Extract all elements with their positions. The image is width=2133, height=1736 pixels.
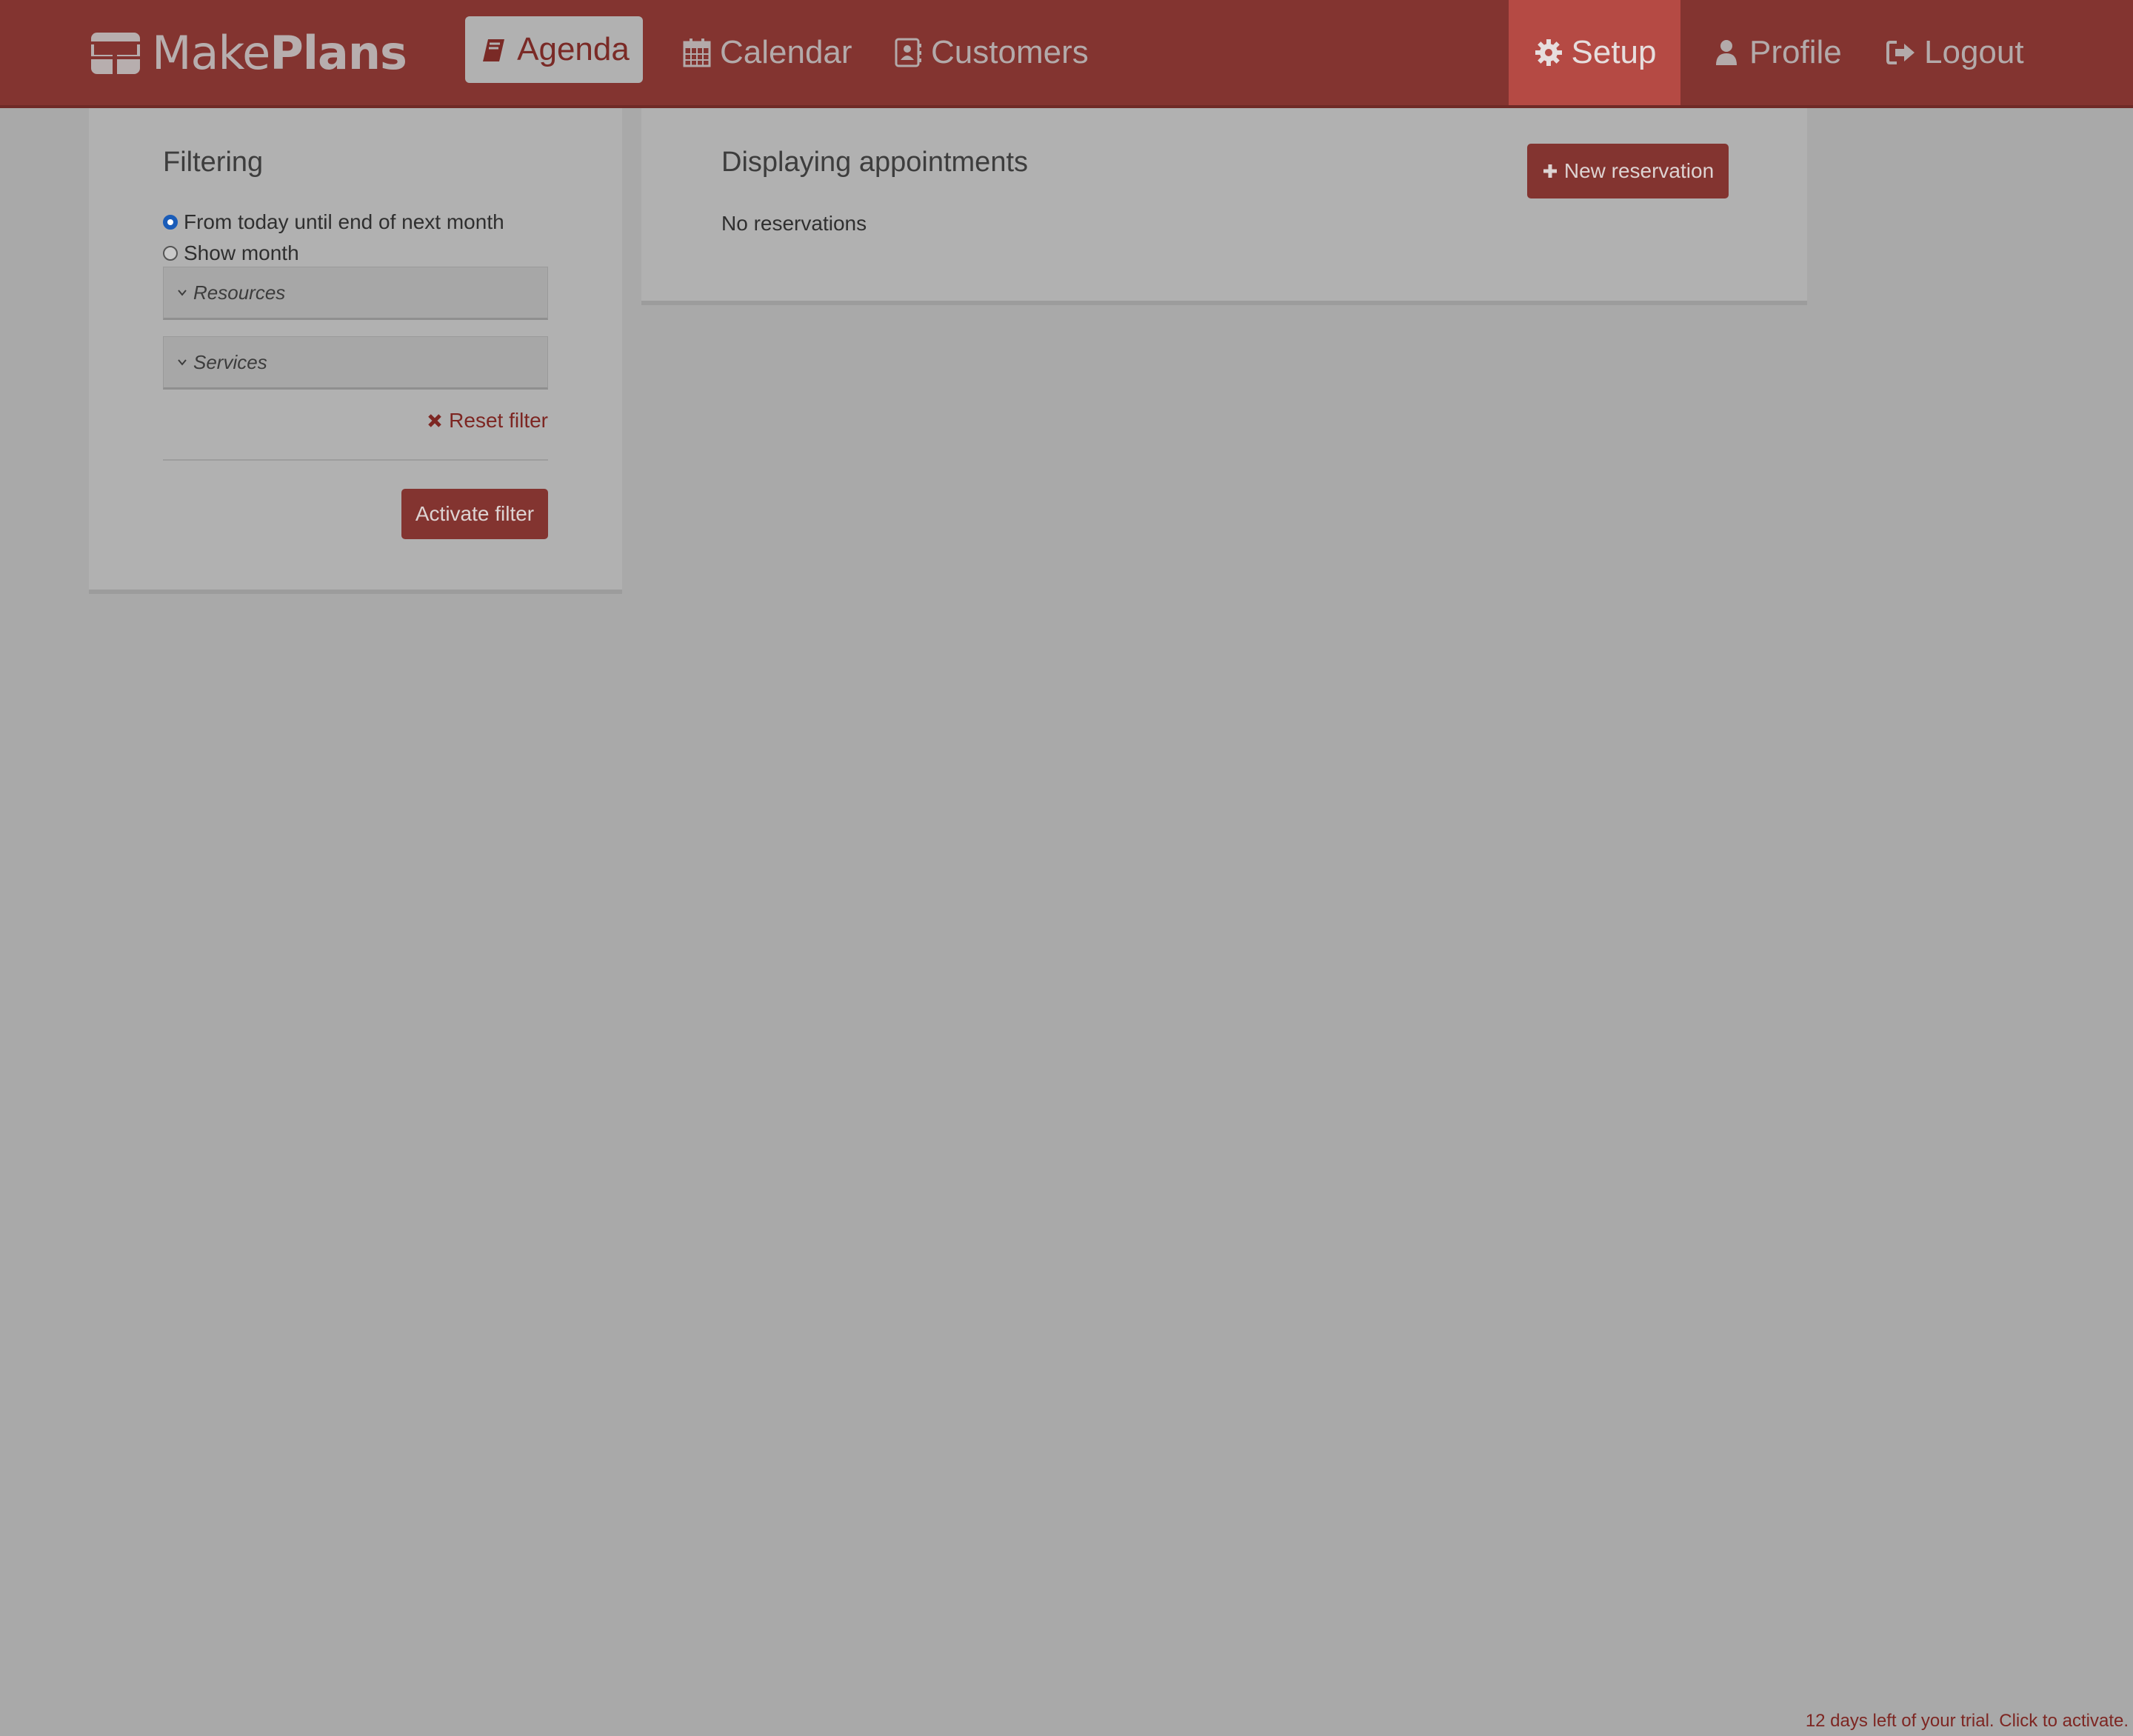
nav-setup-label: Setup — [1571, 34, 1657, 70]
logout-icon — [1886, 37, 1917, 68]
nav-calendar[interactable]: Calendar — [681, 0, 852, 105]
close-icon — [427, 413, 443, 429]
book-icon — [478, 34, 510, 65]
brand-logo[interactable]: MakePlans — [91, 25, 407, 81]
nav-logout[interactable]: Logout — [1886, 0, 2024, 105]
chevron-down-icon — [177, 357, 187, 367]
activate-filter-button[interactable]: Activate filter — [401, 489, 548, 539]
trial-notice-link[interactable]: 12 days left of your trial. Click to act… — [1806, 1711, 2129, 1732]
filter-divider — [163, 459, 548, 461]
new-reservation-label: New reservation — [1563, 159, 1715, 182]
filter-option-range-label: From today until end of next month — [184, 210, 504, 233]
plus-icon — [1542, 163, 1558, 179]
contact-card-icon — [892, 37, 924, 68]
nav-agenda-label: Agenda — [517, 31, 630, 67]
reset-filter-label: Reset filter — [449, 409, 548, 432]
user-icon — [1711, 37, 1742, 68]
filter-panel: Filtering From today until end of next m… — [89, 108, 622, 590]
appointments-title: Displaying appointments — [721, 147, 1029, 178]
nav-profile-label: Profile — [1749, 34, 1842, 70]
gear-icon — [1533, 37, 1564, 68]
chevron-down-icon — [177, 287, 187, 298]
nav-setup[interactable]: Setup — [1509, 0, 1680, 105]
filter-option-month-label: Show month — [184, 241, 299, 264]
table-grid-icon — [91, 33, 140, 74]
calendar-icon — [681, 37, 712, 68]
appointments-panel: Displaying appointments New reservation … — [641, 108, 1807, 301]
top-navbar: MakePlans Agenda Calendar Customers Setu… — [0, 0, 2133, 108]
filter-title: Filtering — [163, 147, 264, 178]
nav-calendar-label: Calendar — [720, 34, 852, 70]
resources-accordion[interactable]: Resources — [163, 267, 548, 320]
filter-option-month[interactable]: Show month — [163, 241, 299, 265]
reset-filter-link[interactable]: Reset filter — [427, 409, 548, 433]
services-accordion-label: Services — [193, 350, 267, 373]
nav-logout-label: Logout — [1924, 34, 2024, 70]
empty-state-text: No reservations — [721, 212, 867, 235]
filter-option-range[interactable]: From today until end of next month — [163, 210, 504, 234]
nav-agenda[interactable]: Agenda — [465, 16, 643, 83]
brand-name: MakePlans — [152, 30, 407, 76]
nav-customers-label: Customers — [931, 34, 1089, 70]
radio-button-checked[interactable] — [163, 215, 178, 230]
new-reservation-button[interactable]: New reservation — [1527, 144, 1729, 198]
brand-name-light: Make — [152, 26, 270, 80]
radio-button[interactable] — [163, 246, 178, 261]
resources-accordion-label: Resources — [193, 281, 286, 304]
nav-profile[interactable]: Profile — [1711, 0, 1842, 105]
services-accordion[interactable]: Services — [163, 336, 548, 390]
brand-name-bold: Plans — [270, 26, 407, 80]
nav-customers[interactable]: Customers — [892, 0, 1089, 105]
